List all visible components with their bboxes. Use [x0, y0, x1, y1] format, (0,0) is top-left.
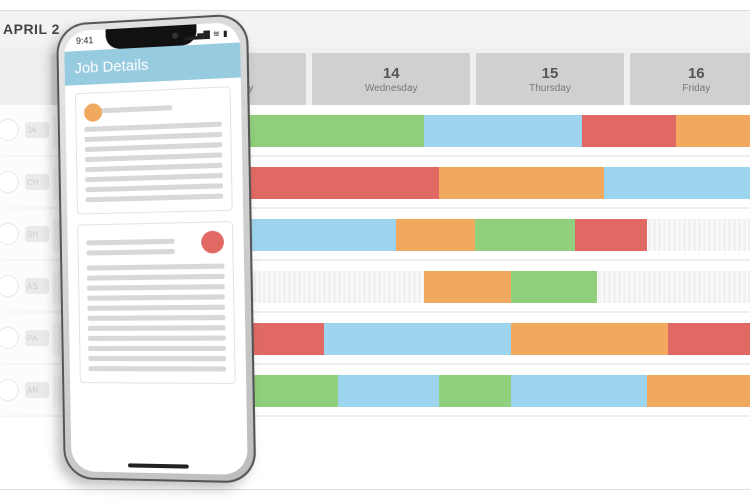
- row-name: SH: [25, 226, 49, 242]
- job-bar[interactable]: [475, 219, 576, 251]
- day-header[interactable]: 16 Friday: [630, 53, 750, 105]
- row-name: AS: [25, 278, 49, 294]
- job-bar[interactable]: [647, 375, 750, 407]
- placeholder-line: [87, 249, 176, 256]
- job-bar[interactable]: [338, 375, 439, 407]
- row-name: PA: [25, 330, 49, 346]
- phone-mockup: 9:41 ▂▃▅▇ ≋ ▮ Job Details: [56, 13, 256, 483]
- job-bar[interactable]: [582, 115, 675, 147]
- row-name: CH: [25, 174, 49, 190]
- job-bar[interactable]: [424, 271, 510, 303]
- status-time: 9:41: [76, 35, 93, 46]
- day-dow: Wednesday: [365, 83, 418, 94]
- placeholder-line: [87, 294, 225, 300]
- avatar: [0, 119, 19, 141]
- day-date: 14: [383, 65, 400, 82]
- day-dow: Thursday: [529, 83, 571, 94]
- row-label[interactable]: PA: [0, 313, 51, 363]
- placeholder-line: [87, 305, 225, 311]
- avatar: [0, 223, 19, 245]
- job-bar[interactable]: [511, 323, 669, 355]
- avatar: [0, 327, 19, 349]
- placeholder-line: [85, 163, 223, 173]
- app-header-title: Job Details: [74, 56, 148, 77]
- row-label[interactable]: CH: [0, 157, 51, 207]
- job-bar[interactable]: [676, 115, 750, 147]
- signal-icon: ▂▃▅▇: [184, 29, 209, 40]
- day-header[interactable]: 14 Wednesday: [312, 53, 470, 105]
- row-label[interactable]: JA: [0, 105, 51, 155]
- phone-screen: 9:41 ▂▃▅▇ ≋ ▮ Job Details: [64, 22, 248, 475]
- job-bar[interactable]: [511, 271, 597, 303]
- row-name: JA: [25, 122, 49, 138]
- job-bar[interactable]: [324, 323, 511, 355]
- day-dow: Friday: [682, 83, 710, 94]
- placeholder-line: [87, 284, 225, 291]
- placeholder-line: [85, 183, 223, 192]
- row-label[interactable]: AS: [0, 261, 51, 311]
- job-bar[interactable]: [439, 375, 511, 407]
- day-header[interactable]: 15 Thursday: [476, 53, 623, 105]
- day-date: 15: [542, 65, 559, 82]
- app-body[interactable]: [65, 77, 248, 475]
- status-dot-icon: [84, 103, 102, 122]
- avatar: [0, 275, 19, 297]
- placeholder-line: [87, 263, 225, 270]
- placeholder-line: [88, 315, 226, 321]
- avatar: [0, 379, 19, 401]
- placeholder-line: [85, 142, 223, 152]
- row-label-spacer: [0, 47, 51, 105]
- month-label: APRIL 2: [3, 21, 60, 37]
- battery-icon: ▮: [223, 28, 228, 38]
- placeholder-line: [85, 173, 223, 182]
- placeholder-line: [84, 122, 222, 132]
- job-bar[interactable]: [511, 375, 647, 407]
- job-bar[interactable]: [424, 115, 582, 147]
- wifi-icon: ≋: [213, 29, 220, 39]
- placeholder-line: [85, 132, 223, 142]
- placeholder-line: [88, 356, 226, 361]
- job-card[interactable]: [77, 221, 236, 384]
- job-bar[interactable]: [439, 167, 604, 199]
- placeholder-line: [86, 194, 224, 203]
- job-bar[interactable]: [668, 323, 750, 355]
- job-card[interactable]: [75, 86, 233, 214]
- placeholder-line: [86, 239, 175, 246]
- avatar: [0, 171, 19, 193]
- placeholder-line: [88, 346, 226, 351]
- day-date: 16: [688, 65, 705, 82]
- placeholder-line: [85, 152, 223, 162]
- job-bar[interactable]: [575, 219, 647, 251]
- placeholder-line: [88, 336, 226, 341]
- row-label[interactable]: SH: [0, 209, 51, 259]
- row-name: AN: [25, 382, 49, 398]
- status-dot-icon: [201, 231, 224, 254]
- job-bar[interactable]: [353, 115, 425, 147]
- row-label[interactable]: AN: [0, 365, 51, 415]
- placeholder-line: [89, 366, 227, 371]
- job-bar[interactable]: [238, 219, 396, 251]
- placeholder-line: [88, 325, 226, 331]
- placeholder-line: [87, 274, 225, 281]
- job-bar[interactable]: [604, 167, 750, 199]
- job-bar[interactable]: [396, 219, 475, 251]
